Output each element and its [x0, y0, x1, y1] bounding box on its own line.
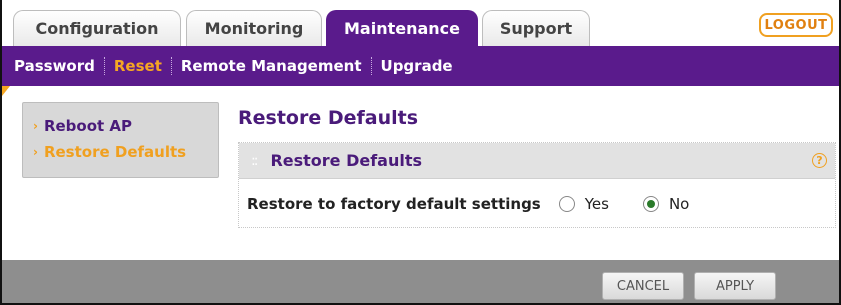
cancel-button[interactable]: CANCEL — [602, 272, 684, 300]
panel-header: :: Restore Defaults ? — [239, 143, 835, 179]
tab-configuration[interactable]: Configuration — [13, 10, 181, 46]
sidebar-item-reboot-ap[interactable]: › Reboot AP — [33, 113, 208, 139]
subnav-remote-management[interactable]: Remote Management — [181, 57, 362, 75]
help-icon[interactable]: ? — [812, 153, 827, 168]
sidebar-item-restore-defaults[interactable]: › Restore Defaults — [33, 139, 208, 165]
subnav-upgrade[interactable]: Upgrade — [381, 57, 453, 75]
yes-radio-label[interactable]: Yes — [585, 195, 609, 213]
subnav-divider — [170, 57, 172, 75]
sub-navigation-bar: Password Reset Remote Management Upgrade — [2, 46, 839, 86]
sidebar-item-label: Reboot AP — [43, 117, 133, 135]
no-radio[interactable] — [642, 195, 659, 212]
panel-title: Restore Defaults — [270, 151, 423, 170]
router-admin-window: Configuration Monitoring Maintenance Sup… — [0, 0, 841, 305]
logout-button[interactable]: LOGOUT — [759, 13, 833, 37]
tab-monitoring[interactable]: Monitoring — [186, 10, 322, 46]
corner-triangle-icon — [2, 86, 10, 96]
tab-support[interactable]: Support — [482, 10, 590, 46]
drag-grip-icon: :: — [251, 152, 259, 169]
factory-reset-label: Restore to factory default settings — [247, 194, 541, 213]
factory-reset-row: Restore to factory default settings Yes … — [239, 179, 835, 228]
subnav-reset[interactable]: Reset — [114, 57, 162, 75]
yes-radio[interactable] — [558, 195, 575, 212]
page-title: Restore Defaults — [238, 107, 419, 129]
subnav-divider — [370, 57, 372, 75]
chevron-right-icon: › — [33, 145, 38, 159]
chevron-right-icon: › — [33, 119, 38, 133]
sidebar-item-label: Restore Defaults — [43, 143, 187, 161]
subnav-divider — [103, 57, 105, 75]
top-tab-bar: Configuration Monitoring Maintenance Sup… — [2, 0, 839, 46]
no-radio-label[interactable]: No — [669, 195, 689, 213]
subnav-password[interactable]: Password — [14, 57, 95, 75]
restore-defaults-panel: :: Restore Defaults ? Restore to factory… — [238, 142, 836, 228]
action-footer: CANCEL APPLY — [2, 260, 839, 303]
apply-button[interactable]: APPLY — [694, 272, 776, 300]
sidebar: › Reboot AP › Restore Defaults — [22, 102, 219, 178]
tab-maintenance[interactable]: Maintenance — [326, 10, 478, 46]
radio-selected-dot — [646, 199, 655, 208]
